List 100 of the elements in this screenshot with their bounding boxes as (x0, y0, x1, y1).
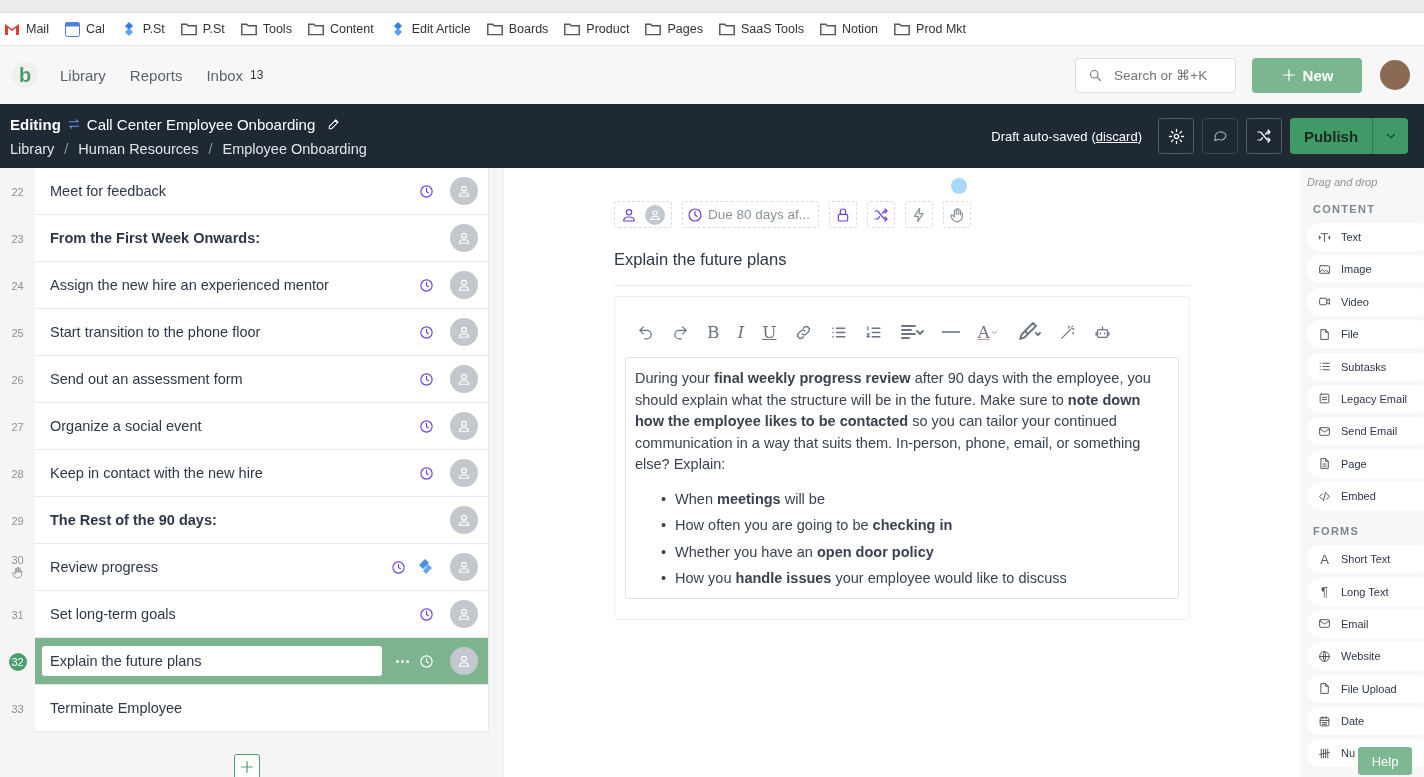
widget-item[interactable]: Legacy Email (1307, 384, 1424, 413)
widget-item[interactable]: Video (1307, 287, 1424, 316)
save-status: Draft auto-saved (991, 128, 1088, 144)
bookmark[interactable]: Product (564, 22, 630, 36)
task-row[interactable]: Start transition to the phone floor (35, 309, 489, 356)
bookmark[interactable]: Tools (240, 22, 292, 36)
task-number: 26 (11, 373, 24, 386)
bullet-item: • How often you are going to be checking in (661, 516, 954, 535)
task-row[interactable]: Assign the new hire an experienced mentor (35, 262, 489, 309)
bookmark[interactable]: Notion (819, 22, 879, 36)
widget-item[interactable]: Embed (1307, 482, 1424, 511)
assignee-avatar[interactable] (450, 224, 478, 252)
conditional-logic-button[interactable] (867, 201, 896, 228)
widget-item[interactable]: Text (1307, 223, 1424, 251)
assignee-avatar[interactable] (450, 506, 478, 534)
shuffle-button[interactable] (1246, 118, 1282, 154)
assignee-avatar[interactable] (450, 459, 478, 487)
task-row[interactable]: Organize a social event (35, 403, 489, 450)
assignee-avatar[interactable] (450, 318, 478, 346)
breadcrumb-link[interactable]: Human Resources (78, 140, 199, 157)
format-button[interactable]: U (762, 322, 777, 342)
widget-item[interactable]: A Short Text (1307, 545, 1424, 574)
format-button[interactable] (637, 323, 654, 341)
breadcrumb-link[interactable]: Library (10, 140, 55, 157)
bookmark[interactable]: Pages (645, 22, 703, 36)
bookmark[interactable]: Cal (64, 21, 105, 37)
nav-link[interactable]: Inbox 13 (206, 66, 264, 84)
nav-link[interactable]: Reports (129, 66, 183, 84)
format-button[interactable]: B (707, 322, 720, 342)
task-row[interactable]: Explain the future plans (35, 638, 489, 685)
undo-icon (637, 323, 654, 341)
automation-button[interactable] (905, 201, 934, 228)
nav-link[interactable]: Library (60, 66, 106, 84)
assignee-avatar[interactable] (450, 647, 478, 675)
section-title: CONTENT (1313, 203, 1377, 215)
user-avatar[interactable] (1380, 60, 1410, 90)
widget-item[interactable]: ¶ Long Text (1307, 577, 1424, 606)
search-field[interactable]: Search or ⌘+K (1075, 57, 1236, 93)
bookmark[interactable]: Boards (486, 22, 549, 36)
task-number: 30 (11, 554, 24, 566)
shuffle-icon (1256, 128, 1272, 144)
more-icon[interactable] (396, 659, 409, 663)
widget-item[interactable]: Image (1307, 255, 1424, 284)
widget-item[interactable]: Email (1307, 609, 1424, 638)
task-row[interactable]: Send out an assessment form (35, 356, 489, 403)
bookmark[interactable]: Mail (4, 22, 49, 36)
clock-icon (419, 371, 434, 387)
bookmark[interactable]: Edit Article (389, 21, 471, 37)
bookmark[interactable]: Content (307, 22, 374, 36)
heading-row[interactable]: From the First Week Onwards: (35, 215, 489, 262)
clock-icon (419, 183, 434, 199)
widget-item[interactable]: File (1307, 320, 1424, 349)
widget-item[interactable]: Page (1307, 449, 1424, 478)
assignee-avatar[interactable] (450, 553, 478, 581)
assignee-avatar[interactable] (450, 412, 478, 440)
folder-icon (564, 22, 581, 36)
folder-icon (645, 22, 662, 36)
search-icon (1088, 67, 1103, 83)
widget-item[interactable]: Date (1307, 707, 1424, 736)
heading-row[interactable]: The Rest of the 90 days: (35, 497, 489, 544)
avatar-icon (645, 204, 665, 225)
format-button[interactable] (672, 323, 689, 341)
task-row[interactable]: Terminate Employee (35, 685, 489, 732)
assignee-chip[interactable] (614, 201, 672, 228)
format-button[interactable] (1093, 323, 1111, 341)
task-title: Terminate Employee (50, 700, 184, 716)
envelope-icon (1318, 617, 1331, 631)
comment-button[interactable] (1202, 118, 1238, 154)
task-number: 25 (11, 326, 24, 339)
widget-item[interactable]: Subtasks (1307, 352, 1424, 381)
bookmark[interactable]: Prod Mkt (894, 22, 967, 36)
format-button[interactable]: A (977, 322, 999, 342)
task-row[interactable]: Meet for feedback (35, 168, 489, 215)
text-editor[interactable] (625, 357, 1179, 599)
widget-item[interactable]: Send Email (1307, 417, 1424, 446)
stop-task-button[interactable] (943, 201, 972, 228)
bookmark[interactable]: SaaS Tools (718, 22, 804, 36)
format-button[interactable]: I (737, 322, 745, 342)
breadcrumb-link[interactable]: Employee Onboarding (222, 140, 367, 157)
format-button[interactable] (1058, 323, 1076, 341)
task-title-field[interactable]: Explain the future plans (42, 646, 382, 676)
widget-item[interactable]: Website (1307, 642, 1424, 671)
widget-item[interactable]: File Upload (1307, 674, 1424, 703)
publish-button[interactable]: Publish (1290, 118, 1372, 154)
permissions-button[interactable] (829, 201, 858, 228)
parenthesis: ( (1091, 128, 1096, 144)
mode-label: Editing (10, 115, 61, 133)
task-row[interactable]: Set long-term goals (35, 591, 489, 638)
settings-button[interactable] (1158, 118, 1194, 154)
assignee-avatar[interactable] (450, 365, 478, 393)
bookmark[interactable]: P.St (120, 21, 165, 37)
format-button[interactable] (794, 323, 812, 341)
add-task-button[interactable] (233, 754, 260, 777)
edit-icon[interactable] (327, 117, 342, 131)
assignee-avatar[interactable] (450, 271, 478, 299)
bookmark[interactable]: P.St (180, 22, 225, 36)
assignee-avatar[interactable] (450, 600, 478, 628)
task-row[interactable]: Review progress (35, 544, 489, 591)
assignee-avatar[interactable] (450, 177, 478, 205)
task-row[interactable]: Keep in contact with the new hire (35, 450, 489, 497)
